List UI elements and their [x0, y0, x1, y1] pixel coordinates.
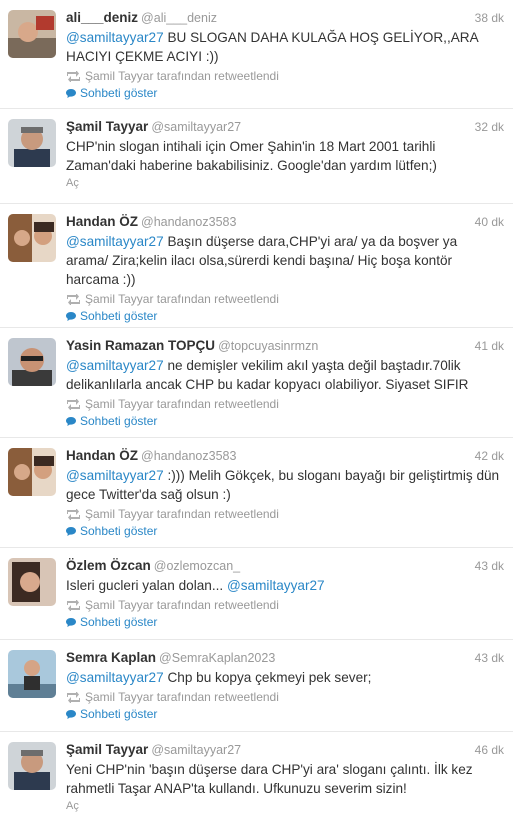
tweet-item[interactable]: Yasin Ramazan TOPÇU @topcuyasinrmzn 41 dk… [0, 328, 513, 438]
mention-link[interactable]: @samiltayyar27 [66, 30, 164, 45]
conversation-icon [66, 710, 76, 719]
user-handle[interactable]: @ozlemozcan_ [154, 559, 240, 573]
avatar[interactable] [8, 338, 56, 386]
expand-link[interactable]: Aç [66, 175, 503, 191]
conversation-icon [66, 89, 76, 98]
retweet-label: Şamil Tayyar tarafından retweetlendi [85, 507, 279, 521]
avatar[interactable] [8, 119, 56, 167]
retweet-icon [67, 508, 80, 520]
tweet-time[interactable]: 42 dk [475, 449, 504, 463]
avatar[interactable] [8, 650, 56, 698]
user-name[interactable]: Şamil Tayyar [66, 119, 148, 134]
tweet-time[interactable]: 41 dk [475, 339, 504, 353]
retweet-label: Şamil Tayyar tarafından retweetlendi [85, 690, 279, 704]
retweet-label: Şamil Tayyar tarafından retweetlendi [85, 69, 279, 83]
retweet-info: Şamil Tayyar tarafından retweetlendi [66, 67, 503, 85]
user-handle[interactable]: @handanoz3583 [141, 215, 236, 229]
user-handle[interactable]: @topcuyasinrmzn [218, 339, 318, 353]
avatar[interactable] [8, 448, 56, 496]
tweet-item[interactable]: Özlem Özcan @ozlemozcan_ 43 dk Isleri guc… [0, 548, 513, 640]
tweet-item[interactable]: Semra Kaplan @SemraKaplan2023 43 dk @sami… [0, 640, 513, 732]
show-conversation-link[interactable]: Sohbeti göster [66, 523, 503, 540]
tweet-text: @samiltayyar27 BU SLOGAN DAHA KULAĞA HOŞ… [66, 30, 478, 64]
retweet-label: Şamil Tayyar tarafından retweetlendi [85, 292, 279, 306]
avatar[interactable] [8, 558, 56, 606]
tweet-time[interactable]: 43 dk [475, 559, 504, 573]
retweet-info: Şamil Tayyar tarafından retweetlendi [66, 505, 503, 523]
tweet-time[interactable]: 40 dk [475, 215, 504, 229]
tweet-time[interactable]: 46 dk [475, 743, 504, 757]
tweet-text: @samiltayyar27 ne demişler vekilim akıl … [66, 358, 469, 392]
user-name[interactable]: Özlem Özcan [66, 558, 151, 573]
user-name[interactable]: Semra Kaplan [66, 650, 156, 665]
mention-link[interactable]: @samiltayyar27 [227, 578, 325, 593]
tweet-item[interactable]: ali___deniz @ali___deniz 38 dk @samiltayy… [0, 0, 513, 109]
tweet-item[interactable]: Şamil Tayyar @samiltayyar27 32 dk CHP'nin… [0, 109, 513, 204]
user-name[interactable]: Şamil Tayyar [66, 742, 148, 757]
show-conversation-link[interactable]: Sohbeti göster [66, 308, 503, 325]
user-handle[interactable]: @samiltayyar27 [151, 120, 241, 134]
tweet-text: Yeni CHP'nin 'başın düşerse dara CHP'yi … [66, 762, 473, 796]
user-handle[interactable]: @SemraKaplan2023 [159, 651, 275, 665]
mention-link[interactable]: @samiltayyar27 [66, 234, 164, 249]
user-name[interactable]: Handan ÖZ [66, 448, 138, 463]
tweet-timeline: ali___deniz @ali___deniz 38 dk @samiltayy… [0, 0, 513, 821]
show-conversation-link[interactable]: Sohbeti göster [66, 413, 503, 430]
avatar[interactable] [8, 10, 56, 58]
user-name[interactable]: Yasin Ramazan TOPÇU [66, 338, 215, 353]
expand-link[interactable]: Aç [66, 798, 503, 814]
mention-link[interactable]: @samiltayyar27 [66, 468, 164, 483]
tweet-time[interactable]: 32 dk [475, 120, 504, 134]
conversation-icon [66, 417, 76, 426]
tweet-time[interactable]: 38 dk [475, 11, 504, 25]
show-conversation-link[interactable]: Sohbeti göster [66, 706, 503, 723]
tweet-text: CHP'nin slogan intihali için Omer Şahin'… [66, 139, 437, 173]
retweet-label: Şamil Tayyar tarafından retweetlendi [85, 397, 279, 411]
conversation-icon [66, 618, 76, 627]
tweet-item[interactable]: Handan ÖZ @handanoz3583 42 dk @samiltayya… [0, 438, 513, 548]
retweet-info: Şamil Tayyar tarafından retweetlendi [66, 395, 503, 413]
tweet-text: @samiltayyar27 :))) Melih Gökçek, bu slo… [66, 468, 500, 502]
retweet-icon [67, 293, 80, 305]
conversation-icon [66, 527, 76, 536]
retweet-info: Şamil Tayyar tarafından retweetlendi [66, 688, 503, 706]
avatar[interactable] [8, 214, 56, 262]
tweet-item[interactable]: Handan ÖZ @handanoz3583 40 dk @samiltayya… [0, 204, 513, 328]
tweet-text: @samiltayyar27 Chp bu kopya çekmeyi pek … [66, 670, 372, 685]
user-name[interactable]: ali___deniz [66, 10, 138, 25]
retweet-info: Şamil Tayyar tarafından retweetlendi [66, 596, 503, 614]
tweet-text: Isleri gucleri yalan dolan... @samiltayy… [66, 578, 325, 593]
avatar[interactable] [8, 742, 56, 790]
user-handle[interactable]: @handanoz3583 [141, 449, 236, 463]
mention-link[interactable]: @samiltayyar27 [66, 358, 164, 373]
retweet-icon [67, 70, 80, 82]
tweet-time[interactable]: 43 dk [475, 651, 504, 665]
retweet-info: Şamil Tayyar tarafından retweetlendi [66, 290, 503, 308]
retweet-label: Şamil Tayyar tarafından retweetlendi [85, 598, 279, 612]
show-conversation-link[interactable]: Sohbeti göster [66, 614, 503, 631]
retweet-icon [67, 599, 80, 611]
retweet-icon [67, 691, 80, 703]
tweet-text: @samiltayyar27 Başın düşerse dara,CHP'yi… [66, 234, 458, 287]
user-handle[interactable]: @samiltayyar27 [151, 743, 241, 757]
retweet-icon [67, 398, 80, 410]
conversation-icon [66, 312, 76, 321]
mention-link[interactable]: @samiltayyar27 [66, 670, 164, 685]
user-handle[interactable]: @ali___deniz [141, 11, 217, 25]
tweet-item[interactable]: Şamil Tayyar @samiltayyar27 46 dk Yeni CH… [0, 732, 513, 821]
user-name[interactable]: Handan ÖZ [66, 214, 138, 229]
show-conversation-link[interactable]: Sohbeti göster [66, 85, 503, 102]
